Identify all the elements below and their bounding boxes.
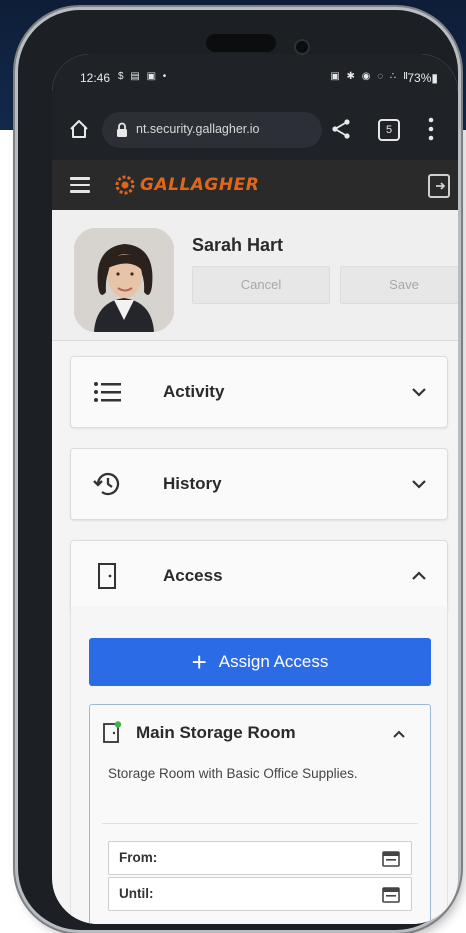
url-text: nt.security.gallagher.io xyxy=(136,122,260,136)
tabs-count-icon[interactable]: 5 xyxy=(378,119,400,141)
access-item-card: Main Storage Room Storage Room with Basi… xyxy=(89,704,431,924)
notification-icons: $ ▤ ▣ • xyxy=(118,71,169,82)
chevron-up-icon[interactable] xyxy=(392,727,406,741)
hamburger-menu-icon[interactable] xyxy=(70,177,90,193)
cancel-button[interactable]: Cancel xyxy=(192,266,330,304)
from-label: From: xyxy=(119,850,158,865)
chevron-down-icon xyxy=(412,480,426,489)
brand-logo: GALLAGHER xyxy=(114,172,259,198)
phone-frame: 12:46 $ ▤ ▣ • ▣ ✱ ◉ ◌ ∴ Ⅱ 73%▮ nt.securi… xyxy=(18,10,458,930)
activity-label: Activity xyxy=(163,382,225,401)
more-menu-icon[interactable] xyxy=(428,116,434,142)
sign-out-icon[interactable] xyxy=(428,174,450,198)
plus-icon: + xyxy=(191,647,207,677)
door-status-icon xyxy=(103,721,122,743)
battery-level: 73%▮ xyxy=(407,71,438,85)
gallagher-logo-icon xyxy=(115,175,135,195)
history-panel[interactable]: History xyxy=(70,448,448,520)
brand-name: GALLAGHER xyxy=(140,175,260,195)
app-header: GALLAGHER xyxy=(52,160,458,210)
lock-icon xyxy=(117,122,127,137)
camera-icon xyxy=(294,39,310,55)
address-bar[interactable]: nt.security.gallagher.io xyxy=(102,112,322,148)
door-title: Main Storage Room xyxy=(136,723,296,742)
share-icon[interactable] xyxy=(330,118,352,140)
history-label: History xyxy=(163,474,222,493)
system-icons: ▣ ✱ ◉ ◌ ∴ Ⅱ xyxy=(330,71,410,82)
access-panel-body: + Assign Access Main Storage Room Storag… xyxy=(70,606,448,924)
assign-access-label: Assign Access xyxy=(218,652,329,671)
calendar-icon[interactable] xyxy=(381,848,401,868)
door-description: Storage Room with Basic Office Supplies. xyxy=(108,766,358,781)
door-icon xyxy=(98,563,116,589)
status-time: 12:46 xyxy=(80,71,111,85)
status-bar: 12:46 $ ▤ ▣ • ▣ ✱ ◉ ◌ ∴ Ⅱ 73%▮ xyxy=(52,54,458,100)
phone-screen: 12:46 $ ▤ ▣ • ▣ ✱ ◉ ◌ ∴ Ⅱ 73%▮ nt.securi… xyxy=(52,54,458,924)
access-panel[interactable]: Access xyxy=(70,540,448,612)
until-date-field[interactable]: Until: xyxy=(108,877,412,911)
activity-panel[interactable]: Activity xyxy=(70,356,448,428)
list-icon xyxy=(94,382,121,402)
access-label: Access xyxy=(163,566,223,585)
speaker-notch xyxy=(206,34,276,52)
calendar-icon[interactable] xyxy=(381,884,401,904)
from-date-field[interactable]: From: xyxy=(108,841,412,875)
chevron-up-icon xyxy=(412,571,426,580)
chevron-down-icon xyxy=(412,388,426,397)
divider xyxy=(102,823,418,824)
home-icon[interactable] xyxy=(68,118,90,140)
person-name: Sarah Hart xyxy=(192,235,284,255)
profile-header: Sarah Hart Cancel Save xyxy=(52,210,458,341)
stage: 12:46 $ ▤ ▣ • ▣ ✱ ◉ ◌ ∴ Ⅱ 73%▮ nt.securi… xyxy=(0,0,466,933)
browser-toolbar: nt.security.gallagher.io 5 xyxy=(52,100,458,160)
save-button[interactable]: Save xyxy=(340,266,458,304)
history-icon xyxy=(93,472,120,496)
until-label: Until: xyxy=(119,886,154,901)
avatar xyxy=(74,228,174,332)
assign-access-button[interactable]: + Assign Access xyxy=(89,638,431,686)
